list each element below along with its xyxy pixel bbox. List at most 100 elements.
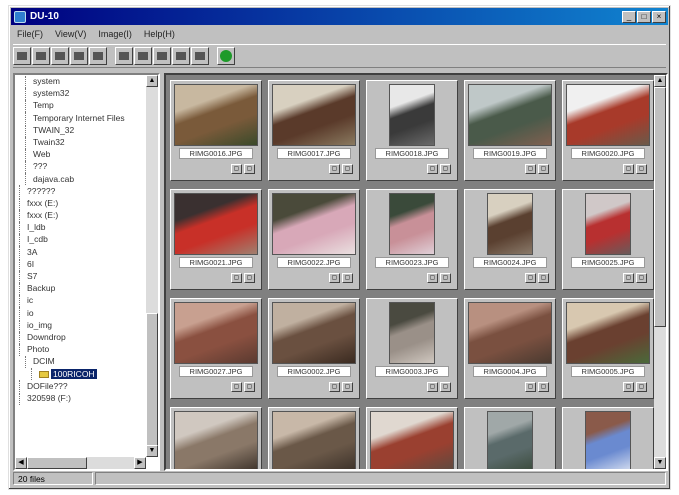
photo-thumbnail[interactable] [566, 302, 650, 364]
tree-item[interactable]: 320598 (F:) [15, 392, 146, 405]
thumbnail-view-button[interactable]: ▢ [427, 273, 438, 283]
tree-item[interactable]: S7 [15, 270, 146, 283]
tree-horizontal-scrollbar[interactable]: ◀ ▶ [15, 457, 146, 469]
thumbnail-tile[interactable]: RIMG0018.JPG ▢ ▢ [366, 80, 458, 181]
tree-item[interactable]: dajava.cab [15, 173, 146, 186]
single-view-button[interactable] [115, 47, 133, 65]
back-button[interactable] [13, 47, 31, 65]
thumbnail-info-button[interactable]: ▢ [342, 382, 353, 392]
thumbnail-info-button[interactable]: ▢ [440, 164, 451, 174]
tree-item[interactable]: Temporary Internet Files [15, 112, 146, 125]
tree-item[interactable]: DCIM [15, 355, 146, 369]
thumbnail-tile[interactable]: RIMG0023.JPG ▢ ▢ [366, 189, 458, 290]
photo-thumbnail[interactable] [468, 84, 552, 146]
scroll-up-button[interactable]: ▲ [146, 75, 158, 87]
tree-item[interactable]: Temp [15, 99, 146, 113]
photo-thumbnail[interactable] [487, 411, 533, 469]
thumbnail-view-button[interactable]: ▢ [525, 164, 536, 174]
scroll-left-button[interactable]: ◀ [15, 457, 27, 469]
refresh-button[interactable] [217, 47, 235, 65]
thumbnail-info-button[interactable]: ▢ [538, 273, 549, 283]
photo-thumbnail[interactable] [174, 193, 258, 255]
photo-thumbnail[interactable] [174, 84, 258, 146]
tree-item[interactable]: I_cdb [15, 233, 146, 247]
thumbnail-info-button[interactable]: ▢ [440, 273, 451, 283]
thumbnail-info-button[interactable]: ▢ [440, 382, 451, 392]
photo-thumbnail[interactable] [585, 193, 631, 255]
thumbnail-tile[interactable]: RIMG0020.JPG ▢ ▢ [562, 80, 654, 181]
grid-view-button[interactable] [153, 47, 171, 65]
thumbnail-tile[interactable]: RIMG0002.JPG ▢ ▢ [268, 298, 360, 399]
photo-thumbnail[interactable] [468, 302, 552, 364]
tree-item[interactable]: Photo [15, 343, 146, 356]
photo-thumbnail[interactable] [389, 193, 435, 255]
gallery-scroll-up-button[interactable]: ▲ [654, 75, 666, 87]
title-bar[interactable]: DU-10 _ □ × [11, 8, 668, 25]
tree-item[interactable]: DOFile??? [15, 380, 146, 393]
scroll-down-button[interactable]: ▼ [146, 445, 158, 457]
thumbnail-info-button[interactable]: ▢ [636, 164, 647, 174]
photo-thumbnail[interactable] [389, 302, 435, 364]
thumbnail-tile[interactable]: RIMG0027.JPG ▢ ▢ [170, 298, 262, 399]
thumbnail-view-button[interactable]: ▢ [427, 164, 438, 174]
tree-scroll-thumb[interactable] [146, 313, 158, 453]
photo-thumbnail[interactable] [272, 411, 356, 469]
thumbnail-info-button[interactable]: ▢ [342, 273, 353, 283]
two-pane-button[interactable] [134, 47, 152, 65]
thumbnail-tile[interactable]: RIMG0016.JPG ▢ ▢ [170, 80, 262, 181]
photo-thumbnail[interactable] [174, 411, 258, 469]
thumbnail-info-button[interactable]: ▢ [244, 382, 255, 392]
tree-item[interactable]: Twain32 [15, 136, 146, 149]
thumbnail-tile[interactable]: ▢▢ [562, 407, 654, 469]
thumbnail-info-button[interactable]: ▢ [538, 164, 549, 174]
tree-item[interactable]: 6I [15, 258, 146, 271]
tree-item[interactable]: io_img [15, 319, 146, 332]
tree-item[interactable]: fxxx (E:) [15, 209, 146, 222]
thumbnail-tile[interactable]: RIMG0003.JPG ▢ ▢ [366, 298, 458, 399]
thumbnail-view-button[interactable]: ▢ [623, 164, 634, 174]
tree-item[interactable]: system32 [15, 87, 146, 100]
photo-thumbnail[interactable] [272, 193, 356, 255]
thumbnail-view-button[interactable]: ▢ [623, 382, 634, 392]
tree-item[interactable]: fxxx (E:) [15, 197, 146, 210]
photo-thumbnail[interactable] [487, 193, 533, 255]
photo-thumbnail[interactable] [272, 302, 356, 364]
thumbnail-info-button[interactable]: ▢ [342, 164, 353, 174]
tree-item[interactable]: I_ldb [15, 221, 146, 234]
scroll-right-button[interactable]: ▶ [134, 457, 146, 469]
tree-hscroll-thumb[interactable] [27, 457, 87, 469]
thumbnail-info-button[interactable]: ▢ [244, 273, 255, 283]
thumbnail-view-button[interactable]: ▢ [329, 164, 340, 174]
tree-item[interactable]: Downdrop [15, 331, 146, 344]
tree-item[interactable]: Web [15, 148, 146, 161]
up-folder-button[interactable] [32, 47, 50, 65]
tree-item[interactable]: TWAIN_32 [15, 124, 146, 137]
split-view-button[interactable] [172, 47, 190, 65]
tree-item[interactable]: system [15, 75, 146, 88]
photo-thumbnail[interactable] [566, 84, 650, 146]
thumbnail-tile[interactable]: ▢▢ [268, 407, 360, 469]
thumbnail-tile[interactable]: RIMG0019.JPG ▢ ▢ [464, 80, 556, 181]
thumbnail-view-button[interactable]: ▢ [231, 273, 242, 283]
thumbnail-view-button[interactable]: ▢ [623, 273, 634, 283]
tree-item[interactable]: 100RICOH [15, 368, 146, 381]
thumbnail-view-button[interactable]: ▢ [329, 273, 340, 283]
folder-tree[interactable]: system system32 Temp Temporary Internet Fil… [13, 73, 160, 471]
photo-thumbnail[interactable] [272, 84, 356, 146]
menu-view[interactable]: View(V) [49, 29, 92, 39]
menu-help[interactable]: Help(H) [138, 29, 181, 39]
thumbnail-info-button[interactable]: ▢ [636, 273, 647, 283]
photo-thumbnail[interactable] [585, 411, 631, 469]
tree-item[interactable]: ??? [15, 160, 146, 174]
thumbnail-tile[interactable]: RIMG0005.JPG ▢ ▢ [562, 298, 654, 399]
gallery-vertical-scrollbar[interactable]: ▲ ▼ [654, 75, 666, 469]
folder-view-button[interactable] [51, 47, 69, 65]
menu-image[interactable]: Image(I) [92, 29, 138, 39]
pen-button[interactable] [70, 47, 88, 65]
close-button[interactable]: × [652, 10, 666, 23]
thumbnail-tile[interactable]: RIMG0017.JPG ▢ ▢ [268, 80, 360, 181]
maximize-button[interactable]: □ [637, 10, 651, 23]
thumbnail-view-button[interactable]: ▢ [427, 382, 438, 392]
gallery-scroll-thumb[interactable] [654, 87, 666, 327]
tree-item[interactable]: io [15, 307, 146, 320]
